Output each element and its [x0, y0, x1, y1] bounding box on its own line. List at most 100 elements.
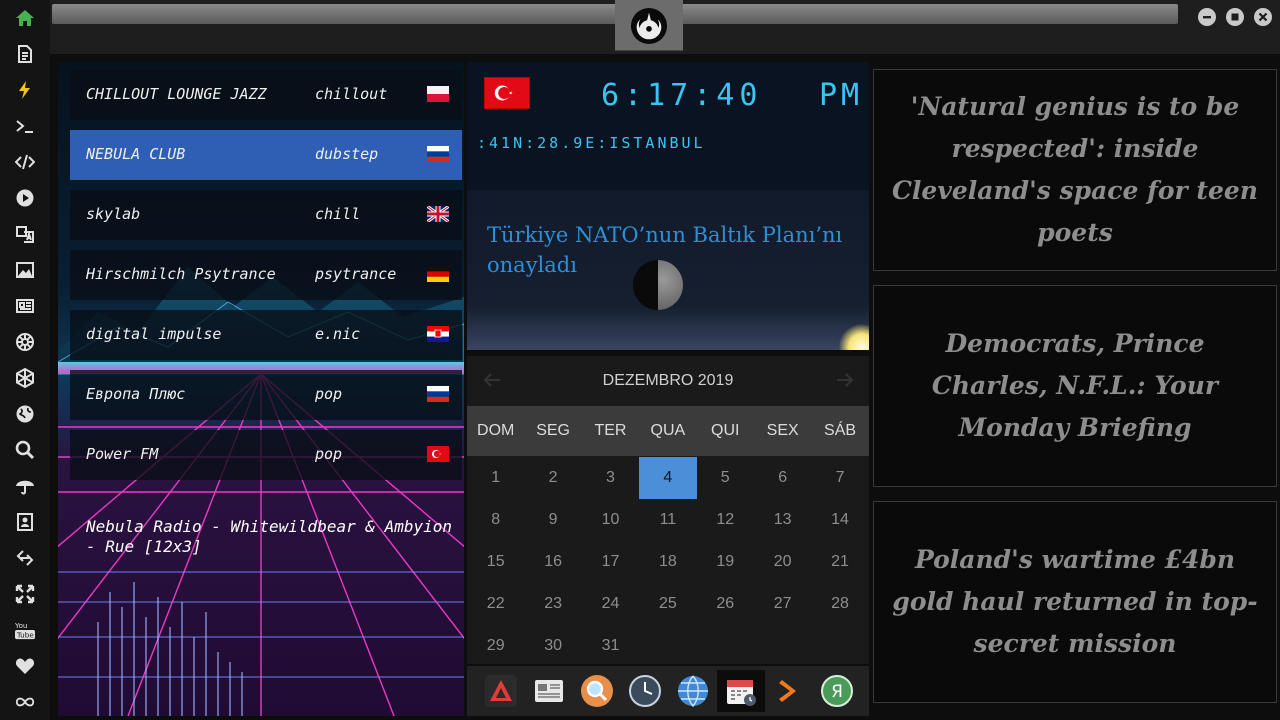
- germany-flag-icon: [427, 266, 449, 282]
- code-icon[interactable]: [14, 151, 36, 173]
- calendar-day[interactable]: 31: [582, 625, 639, 667]
- now-playing-title: Nebula Radio - Whitewildbear & Ambyion -…: [86, 517, 453, 556]
- calendar-day[interactable]: 6: [754, 457, 811, 499]
- clock-location: :41N:28.9E:ISTANBUL: [477, 134, 706, 152]
- russia-flag-icon: [427, 386, 449, 402]
- heart-icon[interactable]: [14, 655, 36, 677]
- calendar-day[interactable]: 1: [467, 457, 524, 499]
- calendar-day[interactable]: 12: [697, 499, 754, 541]
- calendar-day[interactable]: 19: [697, 541, 754, 583]
- translate-icon[interactable]: [14, 223, 36, 245]
- calendar-day[interactable]: 28: [811, 583, 868, 625]
- weekday-label: SEG: [536, 422, 570, 439]
- news-card-headline: Poland's wartime £4bn gold haul returned…: [892, 545, 1258, 658]
- calendar-day[interactable]: 9: [524, 499, 581, 541]
- calendar-day[interactable]: 7: [811, 457, 868, 499]
- news-card-headline: Democrats, Prince Charles, N.F.L.: Your …: [931, 329, 1219, 442]
- clock-app[interactable]: [624, 670, 666, 712]
- clock-header: 6:17:40 PM :41N:28.9E:ISTANBUL: [467, 62, 869, 190]
- calendar-day[interactable]: 21: [811, 541, 868, 583]
- image-icon[interactable]: [14, 259, 36, 281]
- weekday-label: SÁB: [824, 422, 857, 439]
- browser-app[interactable]: [672, 670, 714, 712]
- svg-text:You: You: [15, 621, 28, 630]
- expand-icon[interactable]: [14, 583, 36, 605]
- svg-text:Я: Я: [831, 682, 843, 702]
- calendar-days-grid: 1 2 3 4 5 6 7 8 9 10 11 12 13 14 15 16 1…: [467, 457, 869, 667]
- calendar-weekdays: DOM SEG TER QUA QUI SEX SÁB: [467, 406, 869, 456]
- calendar-day[interactable]: 24: [582, 583, 639, 625]
- home-icon[interactable]: [14, 7, 36, 29]
- maximize-button[interactable]: [1226, 8, 1244, 26]
- station-row[interactable]: Европа Плюс pop: [70, 370, 462, 420]
- station-row[interactable]: Hirschmilch Psytrance psytrance: [70, 250, 462, 300]
- calendar-day[interactable]: 10: [582, 499, 639, 541]
- calendar-day[interactable]: 29: [467, 625, 524, 667]
- hexagon-icon[interactable]: [14, 367, 36, 389]
- station-row[interactable]: skylab chill: [70, 190, 462, 240]
- calendar-day[interactable]: 25: [639, 583, 696, 625]
- calendar-day[interactable]: 13: [754, 499, 811, 541]
- link-icon[interactable]: [14, 547, 36, 569]
- calendar-day[interactable]: 15: [467, 541, 524, 583]
- infinity-icon[interactable]: [14, 691, 36, 713]
- triangle-logo-app[interactable]: [480, 670, 522, 712]
- news-reader-icon: [535, 680, 563, 702]
- media-app[interactable]: [768, 670, 810, 712]
- rebel-alliance-icon: [630, 7, 668, 45]
- youtube-icon[interactable]: You Tube: [14, 619, 36, 641]
- calendar-day[interactable]: 8: [467, 499, 524, 541]
- newspaper-icon[interactable]: [14, 295, 36, 317]
- station-name: Power FM: [86, 445, 159, 463]
- station-row[interactable]: CHILLOUT LOUNGE JAZZ chillout: [70, 70, 462, 120]
- station-name: Hirschmilch Psytrance: [86, 265, 276, 283]
- station-row-active[interactable]: NEBULA CLUB dubstep: [70, 130, 462, 180]
- search-app[interactable]: [576, 670, 618, 712]
- calendar-day[interactable]: 23: [524, 583, 581, 625]
- station-name: NEBULA CLUB: [86, 145, 186, 163]
- close-button[interactable]: [1254, 8, 1272, 26]
- news-card[interactable]: 'Natural genius is to be respected': ins…: [873, 69, 1277, 271]
- search-icon[interactable]: [14, 439, 36, 461]
- calendar-day[interactable]: 22: [467, 583, 524, 625]
- calendar-day[interactable]: 14: [811, 499, 868, 541]
- calendar-day[interactable]: 26: [697, 583, 754, 625]
- document-icon[interactable]: [14, 43, 36, 65]
- news-card[interactable]: Democrats, Prince Charles, N.F.L.: Your …: [873, 285, 1277, 487]
- calendar-day[interactable]: 5: [697, 457, 754, 499]
- clock-panel: 6:17:40 PM :41N:28.9E:ISTANBUL Türkiye N…: [467, 62, 869, 350]
- minimize-button[interactable]: [1198, 8, 1216, 26]
- terminal-icon[interactable]: [14, 115, 36, 137]
- calendar-day[interactable]: 2: [524, 457, 581, 499]
- calendar-day[interactable]: 3: [582, 457, 639, 499]
- station-name: Европа Плюс: [86, 385, 186, 403]
- calendar-day[interactable]: 17: [582, 541, 639, 583]
- turkey-flag-icon: [484, 77, 530, 109]
- logo-tab[interactable]: [615, 0, 683, 51]
- triangle-logo-icon: [485, 675, 517, 707]
- calendar-day[interactable]: 20: [754, 541, 811, 583]
- calendar-day[interactable]: 18: [639, 541, 696, 583]
- news-reader-app[interactable]: [528, 670, 570, 712]
- chevron-play-icon: [779, 680, 796, 702]
- weekday-label: QUA: [650, 422, 686, 439]
- umbrella-icon[interactable]: [14, 475, 36, 497]
- lightning-icon[interactable]: [14, 79, 36, 101]
- station-row[interactable]: digital impulse e.nic: [70, 310, 462, 360]
- contact-icon[interactable]: [14, 511, 36, 533]
- yandex-app[interactable]: Я: [816, 670, 858, 712]
- calendar-app[interactable]: [717, 670, 765, 712]
- news-card[interactable]: Poland's wartime £4bn gold haul returned…: [873, 501, 1277, 703]
- globe-icon[interactable]: [14, 403, 36, 425]
- calendar-day[interactable]: 27: [754, 583, 811, 625]
- clock-ampm: PM: [819, 78, 864, 113]
- calendar-day[interactable]: 11: [639, 499, 696, 541]
- calendar-day-today[interactable]: 4: [639, 457, 697, 499]
- poland-flag-icon: [427, 86, 449, 102]
- play-icon[interactable]: [14, 187, 36, 209]
- calendar-day[interactable]: 16: [524, 541, 581, 583]
- station-row[interactable]: Power FM pop: [70, 430, 462, 480]
- calendar-day[interactable]: 30: [524, 625, 581, 667]
- next-month-button[interactable]: [833, 368, 857, 392]
- galactic-empire-icon[interactable]: [14, 331, 36, 353]
